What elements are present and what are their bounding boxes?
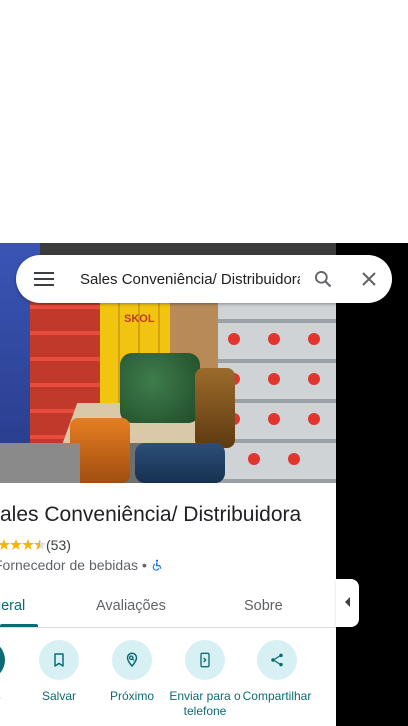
photo-brand-label: SKOL bbox=[124, 313, 155, 325]
search-input[interactable]: Sales Conveniência/ Distribuidora bbox=[72, 271, 300, 288]
send-to-phone-icon bbox=[185, 640, 225, 680]
wheelchair-icon[interactable] bbox=[151, 558, 163, 572]
share-icon bbox=[257, 640, 297, 680]
place-tabs: Visão geral Avaliações Sobre bbox=[0, 586, 336, 628]
map-background bbox=[336, 243, 408, 726]
photo-brown-bottles bbox=[195, 368, 235, 448]
tab-overview-underline bbox=[0, 624, 38, 627]
directions-label: Rotas bbox=[0, 689, 23, 704]
category-row: Fornecedor de bebidas • bbox=[0, 556, 163, 574]
photo-green-bottles bbox=[120, 353, 200, 423]
star-rating-icon bbox=[0, 537, 46, 553]
place-category[interactable]: Fornecedor de bebidas bbox=[0, 557, 138, 573]
search-icon[interactable] bbox=[300, 255, 346, 303]
photo-blue-bottles bbox=[135, 443, 225, 483]
photo-floor bbox=[0, 443, 80, 483]
nearby-button[interactable]: Próximo bbox=[94, 640, 170, 704]
send-to-phone-button[interactable]: Enviar para o telefone bbox=[167, 640, 243, 719]
collapse-panel-button[interactable] bbox=[336, 579, 359, 627]
bookmark-icon bbox=[39, 640, 79, 680]
tab-about[interactable]: Sobre bbox=[244, 598, 283, 614]
action-buttons: Rotas Salvar Próximo Enviar para o telef… bbox=[0, 640, 336, 726]
send-to-phone-label: Enviar para o telefone bbox=[169, 689, 241, 718]
share-button[interactable]: Compartilhar bbox=[239, 640, 315, 704]
place-panel: SKOL SKOL Sales Conveniência/ Distribuid… bbox=[0, 243, 336, 726]
tab-reviews[interactable]: Avaliações bbox=[96, 598, 166, 614]
hamburger-menu-icon[interactable] bbox=[16, 255, 72, 303]
save-label: Salvar bbox=[41, 689, 76, 703]
close-icon[interactable] bbox=[346, 255, 392, 303]
tab-overview[interactable]: Visão geral bbox=[0, 598, 25, 614]
place-title-text: Sales Conveniência/ Distribuidora bbox=[0, 503, 302, 526]
chevron-left-icon bbox=[344, 594, 352, 612]
photo-shelf bbox=[218, 283, 336, 483]
nearby-label: Próximo bbox=[109, 689, 154, 703]
nearby-icon bbox=[112, 640, 152, 680]
directions-button[interactable]: Rotas bbox=[0, 640, 23, 704]
search-bar: Sales Conveniência/ Distribuidora bbox=[16, 255, 392, 303]
share-label: Compartilhar bbox=[242, 689, 312, 703]
directions-icon bbox=[0, 640, 5, 680]
category-separator: • bbox=[142, 557, 147, 573]
rating-row[interactable]: (53) bbox=[0, 536, 71, 554]
save-button[interactable]: Salvar bbox=[21, 640, 97, 704]
place-title: Sales Conveniência/ Distribuidora bbox=[0, 501, 336, 531]
